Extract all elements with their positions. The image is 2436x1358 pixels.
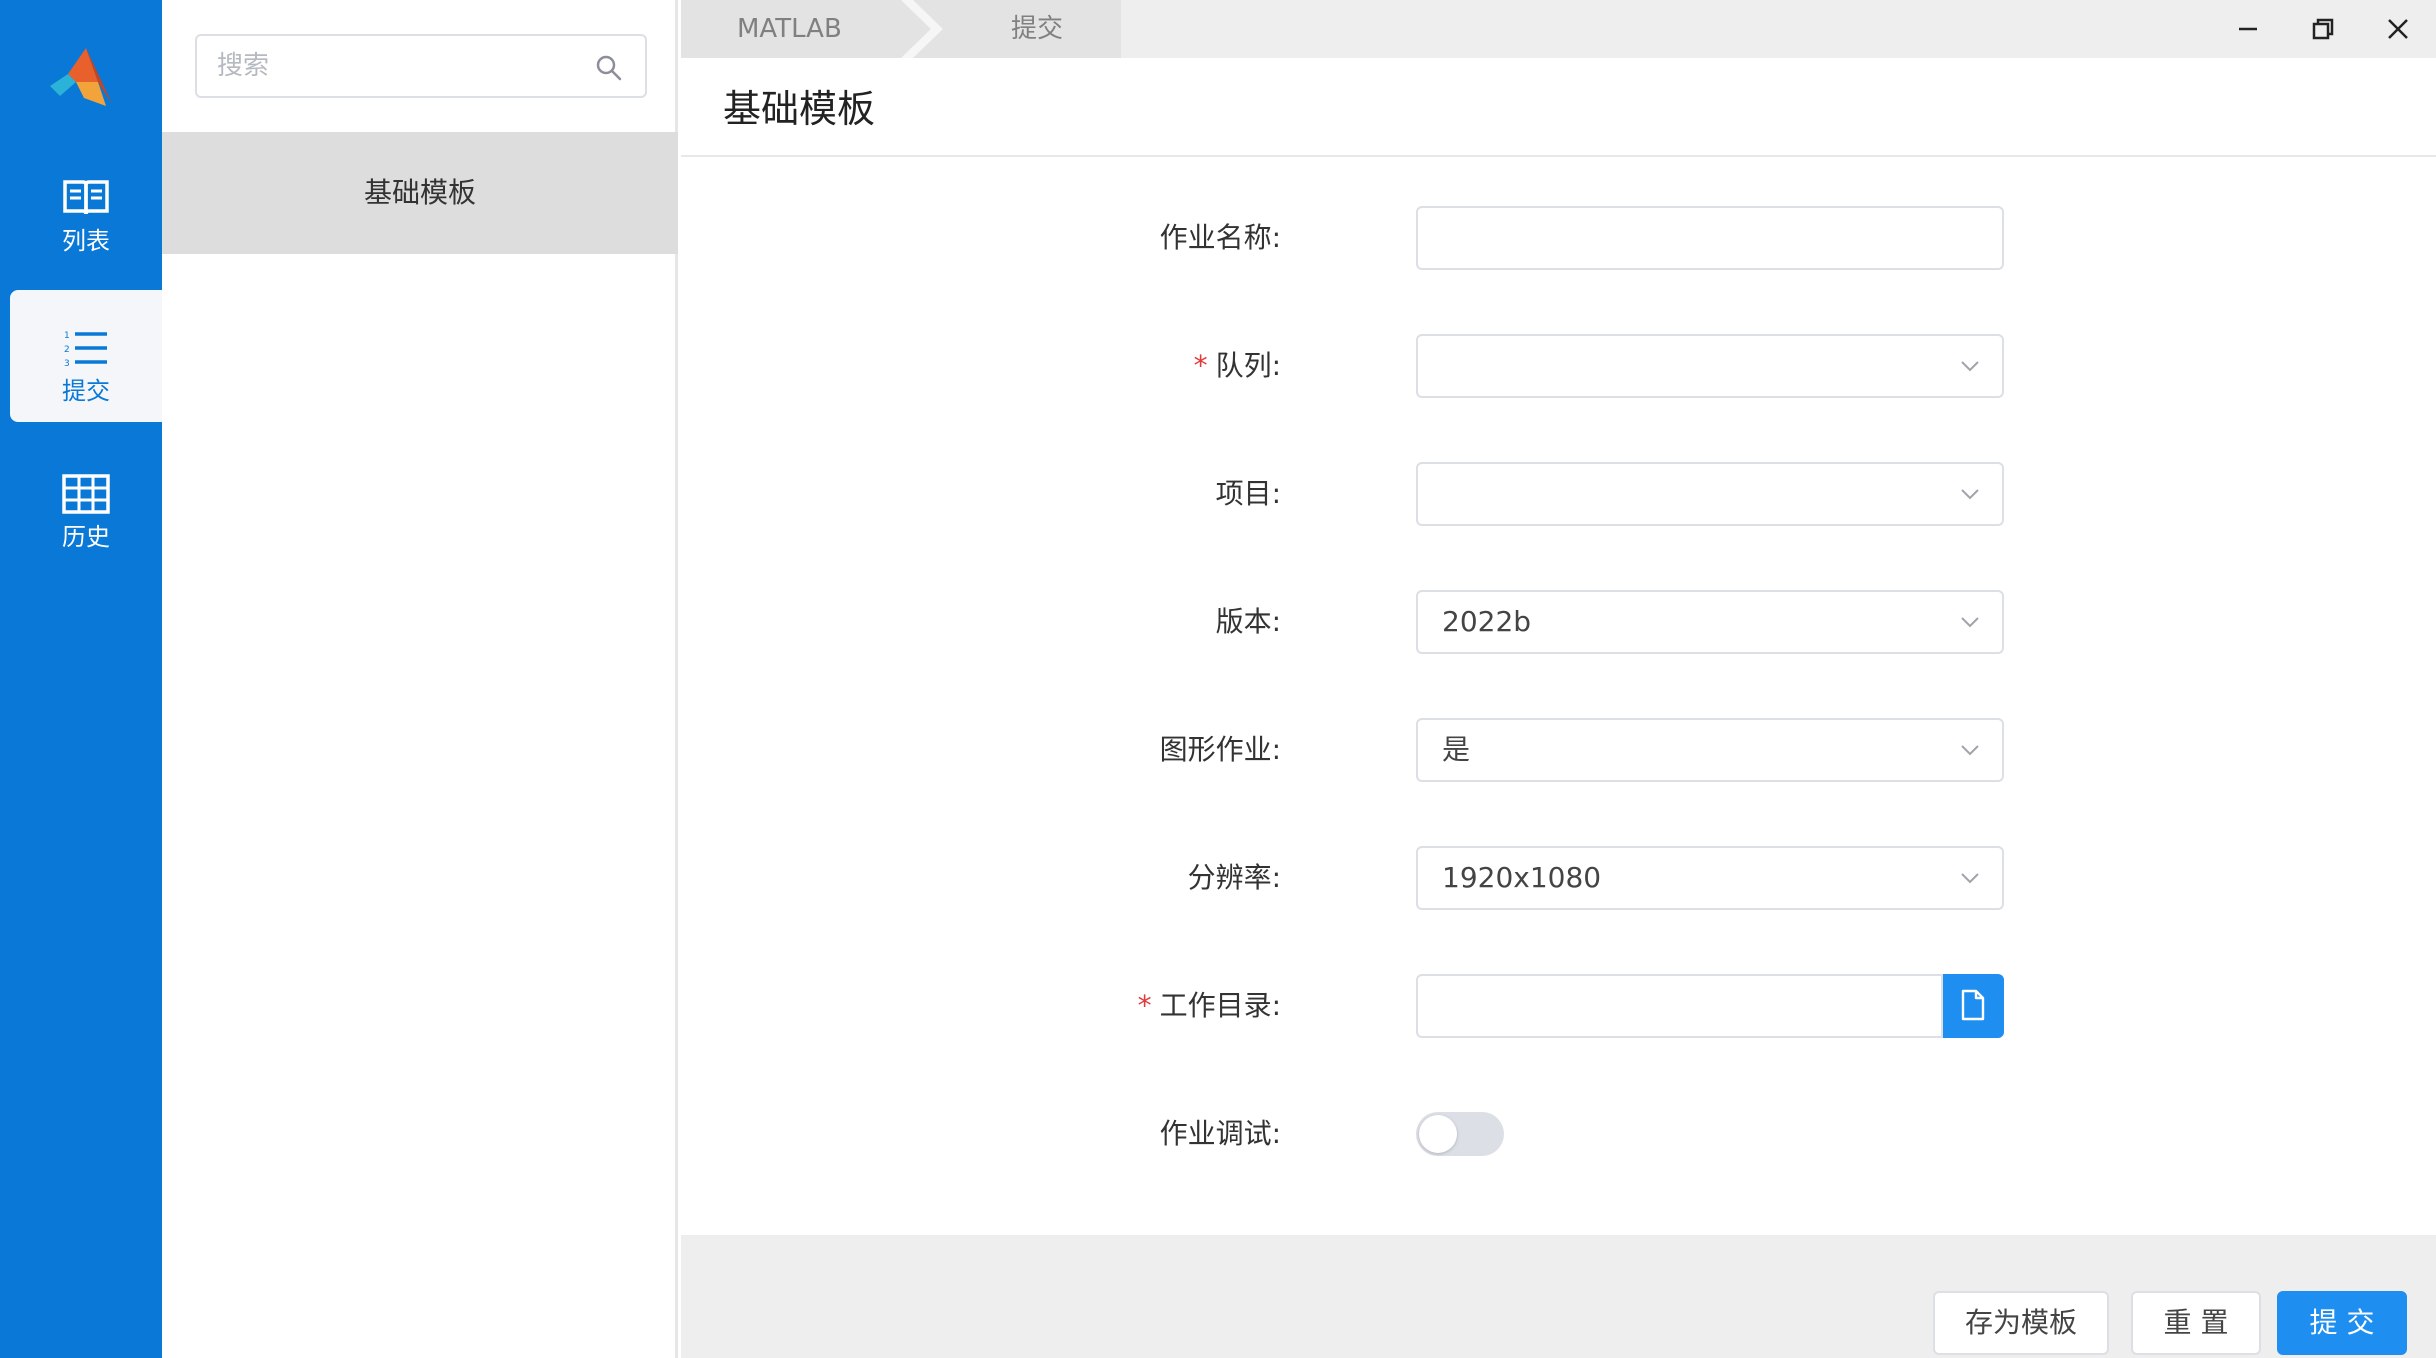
form-row-resolution: 分辨率: 1920x1080 (681, 846, 2436, 910)
nav-item-history[interactable]: 历史 (10, 436, 162, 568)
book-icon (63, 180, 109, 215)
file-icon (1961, 989, 1985, 1021)
title-bar: MATLAB 提交 (681, 0, 2436, 58)
svg-text:3: 3 (64, 359, 70, 369)
nav-item-submit[interactable]: 1 2 3 提交 (10, 290, 162, 422)
form-row-job-name: 作业名称: (681, 206, 2436, 270)
version-value: 2022b (1442, 605, 1532, 638)
minimize-icon[interactable] (2231, 12, 2265, 46)
nav-item-history-label: 历史 (62, 523, 110, 551)
chevron-down-icon (1961, 489, 1979, 500)
breadcrumb-matlab[interactable]: MATLAB (737, 0, 842, 58)
title-divider (681, 155, 2436, 157)
browse-directory-button[interactable] (1943, 974, 2004, 1038)
svg-text:2: 2 (64, 345, 70, 355)
version-label: 版本: (1215, 605, 1281, 638)
job-name-input[interactable] (1416, 206, 2004, 270)
resolution-label: 分辨率: (1187, 861, 1281, 894)
project-label: 项目: (1215, 477, 1281, 510)
submit-button[interactable]: 提 交 (2277, 1291, 2407, 1355)
nav-item-submit-label: 提交 (62, 377, 110, 405)
version-select[interactable]: 2022b (1416, 590, 2004, 654)
required-asterisk: * (1193, 349, 1208, 382)
chevron-down-icon (1961, 617, 1979, 628)
form-footer: 存为模板 重 置 提 交 (681, 1235, 2436, 1358)
matlab-logo-icon (46, 42, 116, 112)
template-panel: 基础模板 (162, 0, 678, 1358)
search-input[interactable] (217, 48, 577, 84)
chevron-down-icon (1961, 745, 1979, 756)
table-grid-icon (62, 474, 110, 514)
graphic-job-value: 是 (1442, 733, 1471, 766)
form-row-project: 项目: (681, 462, 2436, 526)
form-row-graphic-job: 图形作业: 是 (681, 718, 2436, 782)
template-item-basic[interactable]: 基础模板 (162, 132, 678, 254)
job-debug-label: 作业调试: (1159, 1117, 1281, 1150)
chevron-down-icon (1961, 361, 1979, 372)
form-row-queue: * 队列: (681, 334, 2436, 398)
job-debug-toggle[interactable] (1416, 1112, 1504, 1156)
nav-item-list-label: 列表 (62, 227, 110, 255)
work-dir-input[interactable] (1416, 974, 1943, 1038)
work-dir-label: * 工作目录: (1137, 989, 1281, 1022)
main-content: 基础模板 作业名称: * 队列: 项目: 版本: 2022b 图形作业: 是 分… (681, 58, 2436, 1358)
graphic-job-label: 图形作业: (1159, 733, 1281, 766)
svg-text:1: 1 (64, 331, 70, 341)
page-title: 基础模板 (723, 87, 876, 131)
reset-button[interactable]: 重 置 (2131, 1291, 2261, 1355)
toggle-knob (1419, 1115, 1457, 1153)
numbered-list-icon: 1 2 3 (64, 331, 107, 369)
nav-item-list[interactable]: 列表 (10, 140, 162, 272)
save-template-button[interactable]: 存为模板 (1933, 1291, 2109, 1355)
left-nav: 列表 1 2 3 提交 历史 (0, 0, 162, 1358)
form-row-version: 版本: 2022b (681, 590, 2436, 654)
chevron-down-icon (1961, 873, 1979, 884)
queue-label: * 队列: (1193, 349, 1281, 382)
job-name-label: 作业名称: (1159, 221, 1281, 254)
graphic-job-select[interactable]: 是 (1416, 718, 2004, 782)
restore-icon[interactable] (2306, 12, 2340, 46)
close-icon[interactable] (2381, 12, 2415, 46)
required-asterisk: * (1137, 989, 1152, 1022)
breadcrumb-submit[interactable]: 提交 (1011, 0, 1063, 58)
search-icon[interactable] (595, 54, 623, 82)
queue-select[interactable] (1416, 334, 2004, 398)
template-search (195, 34, 647, 98)
form-row-work-dir: * 工作目录: (681, 974, 2436, 1038)
resolution-value: 1920x1080 (1442, 861, 1602, 894)
project-select[interactable] (1416, 462, 2004, 526)
resolution-select[interactable]: 1920x1080 (1416, 846, 2004, 910)
form-row-job-debug: 作业调试: (681, 1102, 2436, 1166)
